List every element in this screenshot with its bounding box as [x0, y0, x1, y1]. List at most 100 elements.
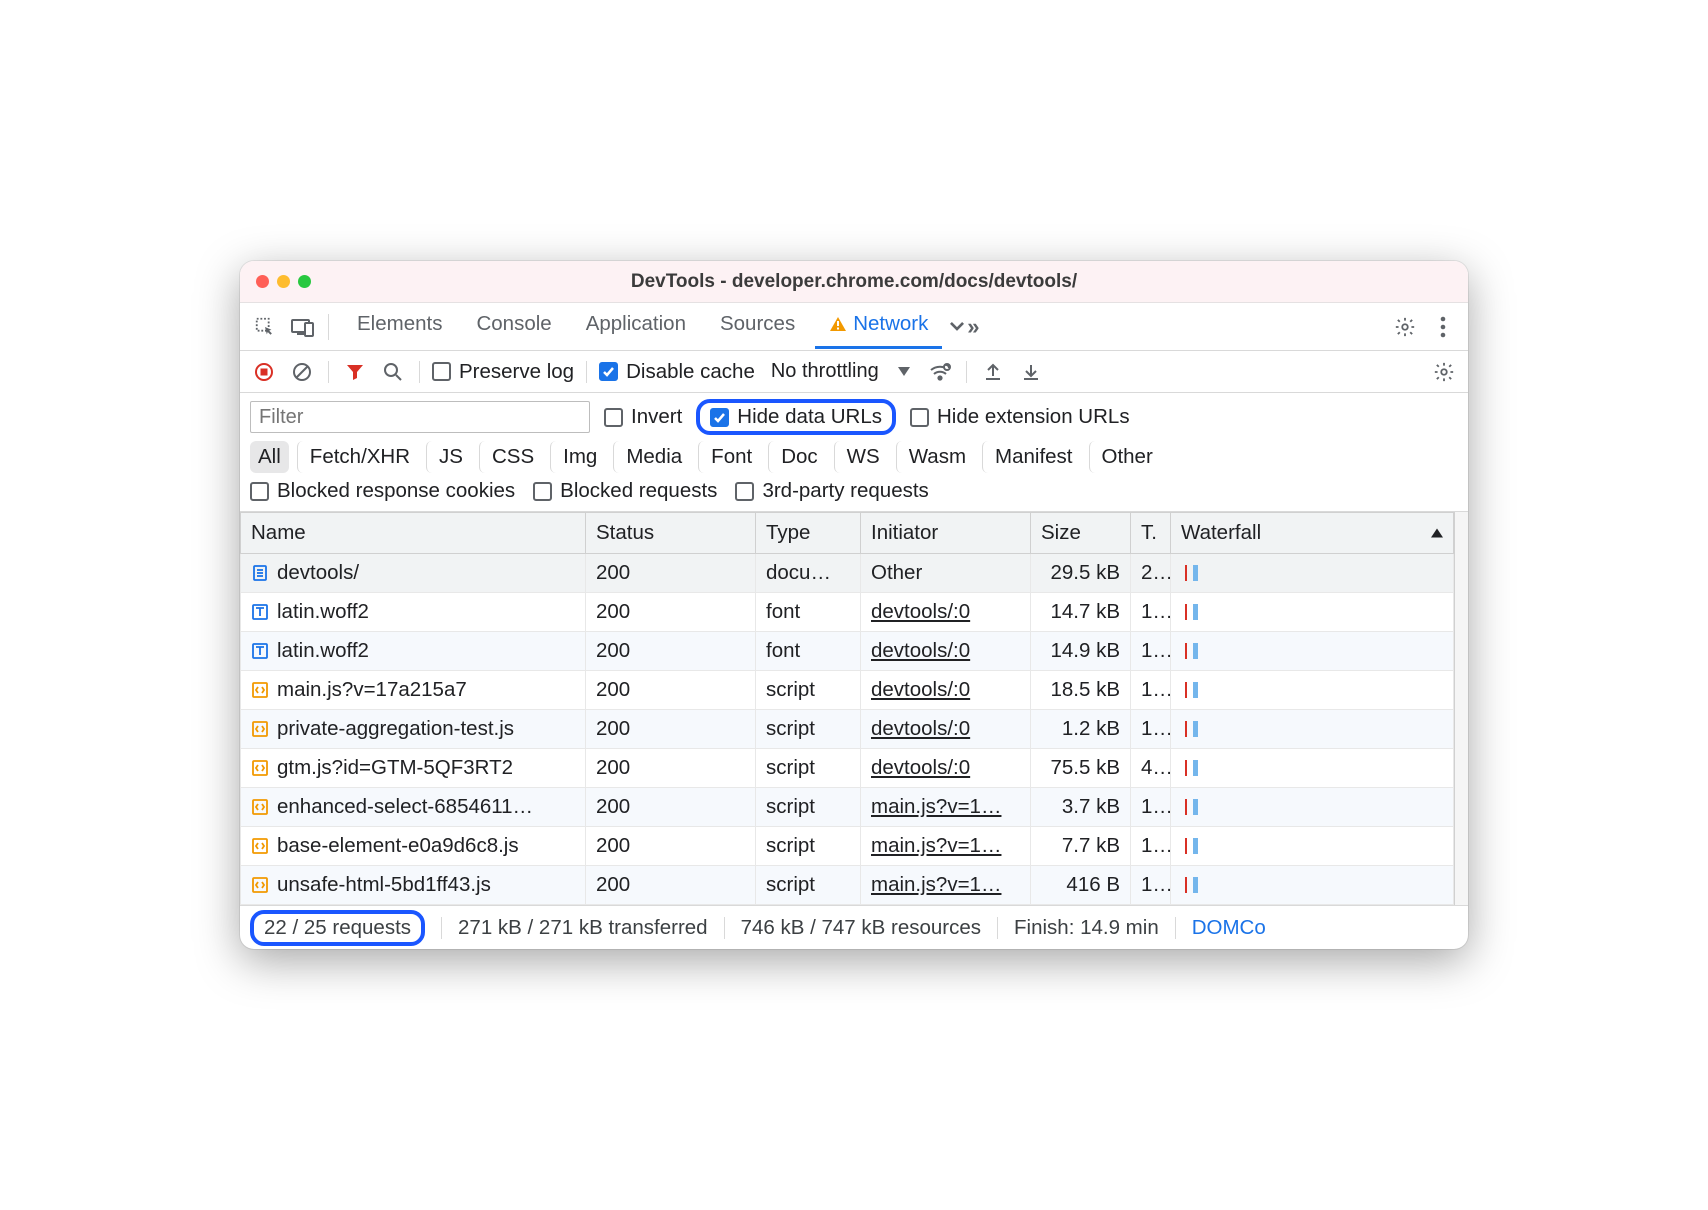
resource-type-filters: AllFetch/XHRJSCSSImgMediaFontDoc WSWasmMa… [250, 441, 1458, 473]
close-window-button[interactable] [256, 275, 269, 288]
devtools-window: DevTools - developer.chrome.com/docs/dev… [240, 261, 1468, 949]
invert-label: Invert [631, 405, 682, 429]
request-name: gtm.js?id=GTM-5QF3RT2 [277, 756, 513, 780]
network-settings-icon[interactable] [1430, 358, 1458, 386]
filter-type-js[interactable]: JS [426, 441, 471, 473]
hide-data-urls-label: Hide data URLs [737, 405, 882, 429]
request-initiator: main.js?v=1… [861, 827, 1031, 866]
col-name[interactable]: Name [241, 513, 586, 554]
col-size[interactable]: Size [1031, 513, 1131, 554]
more-tabs-icon[interactable]: » [946, 310, 980, 344]
traffic-lights [240, 275, 311, 288]
search-icon[interactable] [379, 358, 407, 386]
request-size: 18.5 kB [1031, 671, 1131, 710]
clear-button[interactable] [288, 358, 316, 386]
preserve-log-label: Preserve log [459, 360, 574, 384]
blocked-requests-label: Blocked requests [560, 479, 717, 503]
blocked-requests-checkbox[interactable]: Blocked requests [533, 479, 717, 503]
filter-type-ws[interactable]: WS [834, 441, 888, 473]
filter-type-all[interactable]: All [250, 441, 289, 473]
filter-input[interactable] [250, 401, 590, 433]
import-har-icon[interactable] [1017, 358, 1045, 386]
filter-type-wasm[interactable]: Wasm [896, 441, 974, 473]
font-file-icon [251, 642, 269, 660]
initiator-link[interactable]: main.js?v=1… [871, 795, 1001, 818]
record-button[interactable] [250, 358, 278, 386]
col-initiator[interactable]: Initiator [861, 513, 1031, 554]
request-status: 200 [586, 632, 756, 671]
initiator-link[interactable]: devtools/:0 [871, 717, 970, 740]
request-time: 4.. [1131, 749, 1171, 788]
filter-type-manifest[interactable]: Manifest [982, 441, 1080, 473]
filter-type-doc[interactable]: Doc [768, 441, 825, 473]
initiator-link[interactable]: devtools/:0 [871, 678, 970, 701]
doc-file-icon [251, 564, 269, 582]
settings-icon[interactable] [1388, 310, 1422, 344]
blocked-cookies-label: Blocked response cookies [277, 479, 515, 503]
script-file-icon [251, 876, 269, 894]
table-row[interactable]: enhanced-select-6854611…200scriptmain.js… [241, 788, 1454, 827]
preserve-log-checkbox[interactable]: Preserve log [432, 360, 574, 384]
col-waterfall[interactable]: Waterfall [1171, 513, 1454, 554]
device-toolbar-icon[interactable] [286, 310, 320, 344]
hide-extension-urls-checkbox[interactable]: Hide extension URLs [910, 405, 1130, 429]
request-name: enhanced-select-6854611… [277, 795, 533, 819]
third-party-checkbox[interactable]: 3rd-party requests [735, 479, 928, 503]
filter-type-other[interactable]: Other [1089, 441, 1161, 473]
tab-network[interactable]: Network [815, 304, 942, 349]
network-toolbar: Preserve log Disable cache No throttling [240, 351, 1468, 393]
minimize-window-button[interactable] [277, 275, 290, 288]
hide-extension-urls-label: Hide extension URLs [937, 405, 1130, 429]
hide-data-urls-checkbox[interactable]: Hide data URLs [710, 405, 882, 429]
domcontentloaded-time: DOMCo [1192, 916, 1266, 940]
filter-type-media[interactable]: Media [613, 441, 690, 473]
col-type[interactable]: Type [756, 513, 861, 554]
col-time[interactable]: T. [1131, 513, 1171, 554]
filter-type-font[interactable]: Font [698, 441, 760, 473]
throttling-select[interactable]: No throttling [765, 356, 916, 387]
table-row[interactable]: main.js?v=17a215a7200scriptdevtools/:018… [241, 671, 1454, 710]
table-row[interactable]: latin.woff2200fontdevtools/:014.7 kB1.. [241, 593, 1454, 632]
request-status: 200 [586, 866, 756, 905]
blocked-cookies-checkbox[interactable]: Blocked response cookies [250, 479, 515, 503]
request-initiator: devtools/:0 [861, 632, 1031, 671]
scrollbar[interactable] [1454, 512, 1468, 905]
zoom-window-button[interactable] [298, 275, 311, 288]
table-row[interactable]: devtools/200docu…Other29.5 kB2.. [241, 554, 1454, 593]
table-row[interactable]: base-element-e0a9d6c8.js200scriptmain.js… [241, 827, 1454, 866]
filter-type-css[interactable]: CSS [479, 441, 542, 473]
script-file-icon [251, 720, 269, 738]
initiator-link[interactable]: main.js?v=1… [871, 834, 1001, 857]
table-row[interactable]: gtm.js?id=GTM-5QF3RT2200scriptdevtools/:… [241, 749, 1454, 788]
initiator-link[interactable]: devtools/:0 [871, 756, 970, 779]
inspect-element-icon[interactable] [248, 310, 282, 344]
disable-cache-checkbox[interactable]: Disable cache [599, 360, 755, 384]
table-row[interactable]: private-aggregation-test.js200scriptdevt… [241, 710, 1454, 749]
filter-type-img[interactable]: Img [550, 441, 605, 473]
kebab-menu-icon[interactable] [1426, 310, 1460, 344]
tab-elements[interactable]: Elements [343, 304, 456, 349]
table-row[interactable]: latin.woff2200fontdevtools/:014.9 kB1.. [241, 632, 1454, 671]
filter-icon[interactable] [341, 358, 369, 386]
requests-table: Name Status Type Initiator Size T. Water… [240, 512, 1454, 905]
initiator-link[interactable]: main.js?v=1… [871, 873, 1001, 896]
filter-bar: Invert Hide data URLs Hide extension URL… [240, 393, 1468, 512]
request-type: docu… [756, 554, 861, 593]
initiator-link[interactable]: devtools/:0 [871, 639, 970, 662]
status-bar: 22 / 25 requests 271 kB / 271 kB transfe… [240, 905, 1468, 949]
tab-application[interactable]: Application [572, 304, 700, 349]
export-har-icon[interactable] [979, 358, 1007, 386]
table-row[interactable]: unsafe-html-5bd1ff43.js200scriptmain.js?… [241, 866, 1454, 905]
request-size: 416 B [1031, 866, 1131, 905]
request-type: script [756, 671, 861, 710]
filter-type-fetch-xhr[interactable]: Fetch/XHR [297, 441, 418, 473]
tab-label: Application [586, 312, 686, 336]
network-conditions-icon[interactable] [926, 358, 954, 386]
tab-sources[interactable]: Sources [706, 304, 809, 349]
invert-checkbox[interactable]: Invert [604, 405, 682, 429]
col-status[interactable]: Status [586, 513, 756, 554]
request-time: 1.. [1131, 632, 1171, 671]
devtools-tabstrip: ElementsConsole Application SourcesNetwork… [240, 303, 1468, 351]
initiator-link[interactable]: devtools/:0 [871, 600, 970, 623]
tab-console[interactable]: Console [462, 304, 565, 349]
